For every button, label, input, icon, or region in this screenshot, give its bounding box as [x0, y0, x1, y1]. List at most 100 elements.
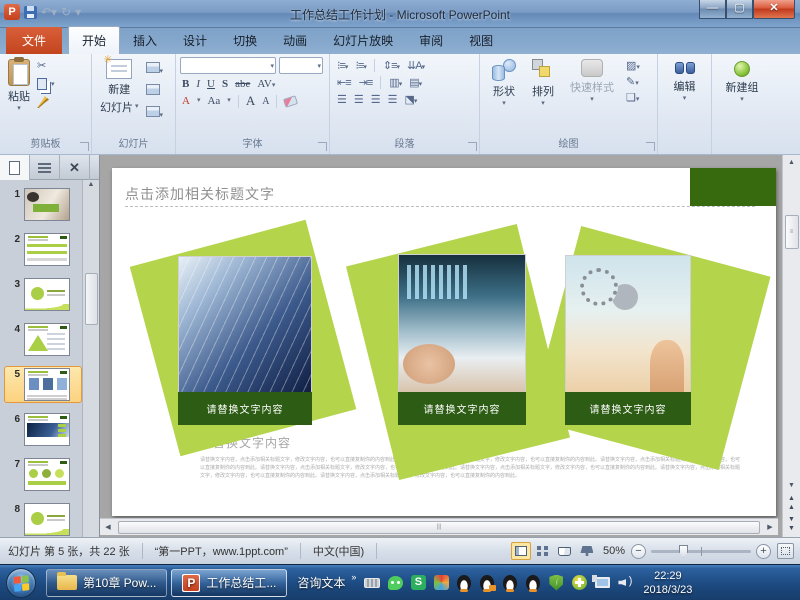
- horizontal-scrollbar[interactable]: ◀ ||| ▶: [100, 518, 778, 535]
- tab-transitions[interactable]: 切换: [220, 27, 270, 54]
- scroll-right-icon[interactable]: ▶: [762, 523, 778, 531]
- zoom-slider[interactable]: [651, 550, 751, 553]
- thumbnail-row[interactable]: 2: [4, 231, 82, 268]
- antivirus-shield-tray-icon[interactable]: [548, 575, 564, 591]
- new-slide-button[interactable]: 新建 幻灯片▾: [96, 57, 143, 137]
- font-name-combo[interactable]: ▾: [180, 57, 276, 74]
- minimize-button[interactable]: —: [699, 0, 726, 19]
- align-text-button[interactable]: ▤▾: [409, 76, 421, 89]
- drawing-dialog-launcher-icon[interactable]: [646, 142, 655, 151]
- sogou-tray-icon[interactable]: [433, 575, 449, 591]
- reading-view-button[interactable]: [555, 542, 575, 560]
- scroll-down-icon[interactable]: ▼: [784, 478, 800, 494]
- paragraph-dialog-launcher-icon[interactable]: [468, 142, 477, 151]
- thumbnail-row[interactable]: 4: [4, 321, 82, 358]
- zoom-percentage[interactable]: 50%: [603, 545, 625, 557]
- decrease-indent-button[interactable]: ⇤≡: [337, 76, 351, 89]
- horizontal-scrollbar-thumb[interactable]: |||: [118, 521, 760, 534]
- toolbar-expand-icon[interactable]: »: [351, 572, 356, 582]
- font-dialog-launcher-icon[interactable]: [318, 142, 327, 151]
- underline-button[interactable]: U: [207, 78, 215, 90]
- thumbnail-row[interactable]: 78: [4, 501, 82, 538]
- start-button[interactable]: [6, 568, 36, 598]
- text-shadow-button[interactable]: S: [222, 78, 228, 90]
- tab-insert[interactable]: 插入: [120, 27, 170, 54]
- new-group-button[interactable]: 新建组▾: [722, 57, 763, 137]
- shrink-font-button[interactable]: A: [262, 96, 269, 107]
- grow-font-button[interactable]: A: [246, 93, 255, 109]
- clipboard-dialog-launcher-icon[interactable]: [80, 142, 89, 151]
- thumbnail-row[interactable]: 1: [4, 186, 82, 223]
- shape-fill-icon[interactable]: ▨▾: [626, 60, 640, 73]
- character-spacing-button[interactable]: AV▾: [257, 78, 275, 90]
- font-size-combo[interactable]: ▾: [279, 57, 323, 74]
- slide-canvas[interactable]: 点击添加相关标题文字 请替换文字内容 请替换文字内容 请替换文字内容: [112, 168, 776, 516]
- qq-tray-icon[interactable]: [502, 575, 518, 591]
- clear-formatting-icon[interactable]: [283, 95, 298, 108]
- content-card[interactable]: 请替换文字内容: [398, 254, 526, 425]
- normal-view-button[interactable]: [511, 542, 531, 560]
- qq-briefcase-tray-icon[interactable]: [479, 575, 495, 591]
- tab-slides-thumbnails[interactable]: [0, 155, 30, 180]
- scroll-up-icon[interactable]: ▲: [784, 155, 800, 171]
- previous-slide-button[interactable]: ▲▲: [784, 494, 800, 512]
- shape-outline-icon[interactable]: ✎▾: [626, 76, 640, 89]
- increase-indent-button[interactable]: ⇥≡: [359, 76, 373, 89]
- copy-button[interactable]: ▾: [37, 77, 55, 92]
- fit-to-window-button[interactable]: [777, 543, 794, 559]
- slide-thumbnail[interactable]: [24, 188, 70, 221]
- strikethrough-button[interactable]: abe: [235, 78, 250, 90]
- tab-home[interactable]: 开始: [68, 26, 120, 54]
- smartart-convert-button[interactable]: ⬔▾: [405, 93, 417, 106]
- slideshow-view-button[interactable]: [577, 542, 597, 560]
- body-text-placeholder[interactable]: 请替换文字内容，点击添加相关标题文字，修改文字内容，也可以直接复制你的内容到此。…: [200, 456, 740, 510]
- qq-tray-icon[interactable]: [525, 575, 541, 591]
- vertical-scrollbar-thumb[interactable]: ≡: [785, 215, 799, 249]
- tab-animations[interactable]: 动画: [270, 27, 320, 54]
- thumbnail-row-selected[interactable]: 5: [4, 366, 82, 403]
- tab-file[interactable]: 文件: [6, 27, 62, 54]
- tab-view[interactable]: 视图: [456, 27, 506, 54]
- wechat-tray-icon[interactable]: [387, 575, 403, 591]
- zoom-out-button[interactable]: −: [631, 544, 646, 559]
- slide-sorter-button[interactable]: [533, 542, 553, 560]
- align-center-button[interactable]: ☰: [354, 93, 363, 106]
- slide-thumbnail[interactable]: [24, 458, 70, 491]
- thumbnail-row[interactable]: 7: [4, 456, 82, 493]
- taskbar-toolbar-label[interactable]: 咨询文本: [297, 574, 345, 591]
- arrange-button[interactable]: 排列▾: [528, 57, 558, 137]
- italic-button[interactable]: I: [196, 78, 200, 90]
- zoom-in-button[interactable]: +: [756, 544, 771, 559]
- scroll-left-icon[interactable]: ◀: [100, 523, 116, 531]
- pane-scrollbar-thumb[interactable]: [85, 273, 98, 325]
- bullets-button[interactable]: ⁝≡▾: [337, 59, 347, 72]
- safety-plus-tray-icon[interactable]: [571, 575, 587, 591]
- network-tray-icon[interactable]: [594, 575, 610, 591]
- align-right-button[interactable]: ☰: [371, 93, 380, 106]
- line-spacing-button[interactable]: ⇕≡▾: [383, 59, 399, 72]
- s-app-tray-icon[interactable]: S: [410, 575, 426, 591]
- align-left-button[interactable]: ☰: [337, 93, 346, 106]
- editing-button[interactable]: 编辑▾: [670, 57, 700, 137]
- taskbar-clock[interactable]: 22:29 2018/3/23: [643, 569, 692, 597]
- format-painter-icon[interactable]: [37, 96, 49, 108]
- language-indicator[interactable]: 中文(中国): [309, 543, 368, 559]
- quick-styles-button[interactable]: 快速样式▾: [566, 57, 618, 137]
- tab-design[interactable]: 设计: [170, 27, 220, 54]
- slide-title-placeholder[interactable]: 点击添加相关标题文字: [125, 184, 275, 204]
- shapes-button[interactable]: 形状▾: [488, 57, 520, 137]
- slide-thumbnail[interactable]: [24, 368, 70, 401]
- tab-review[interactable]: 审阅: [406, 27, 456, 54]
- close-pane-button[interactable]: ✕: [60, 155, 90, 180]
- reset-button[interactable]: [146, 82, 164, 100]
- slide-thumbnail[interactable]: [24, 233, 70, 266]
- font-color-button[interactable]: A: [182, 95, 190, 107]
- card-caption[interactable]: 请替换文字内容: [398, 392, 526, 425]
- volume-tray-icon[interactable]: [617, 575, 633, 591]
- card-caption[interactable]: 请替换文字内容: [565, 392, 691, 425]
- paste-button[interactable]: 粘贴 ▾: [4, 57, 34, 137]
- content-card[interactable]: 请替换文字内容: [178, 256, 312, 425]
- layout-button[interactable]: ▾: [146, 60, 164, 78]
- justify-button[interactable]: ☰: [388, 93, 397, 106]
- bold-button[interactable]: B: [182, 78, 189, 90]
